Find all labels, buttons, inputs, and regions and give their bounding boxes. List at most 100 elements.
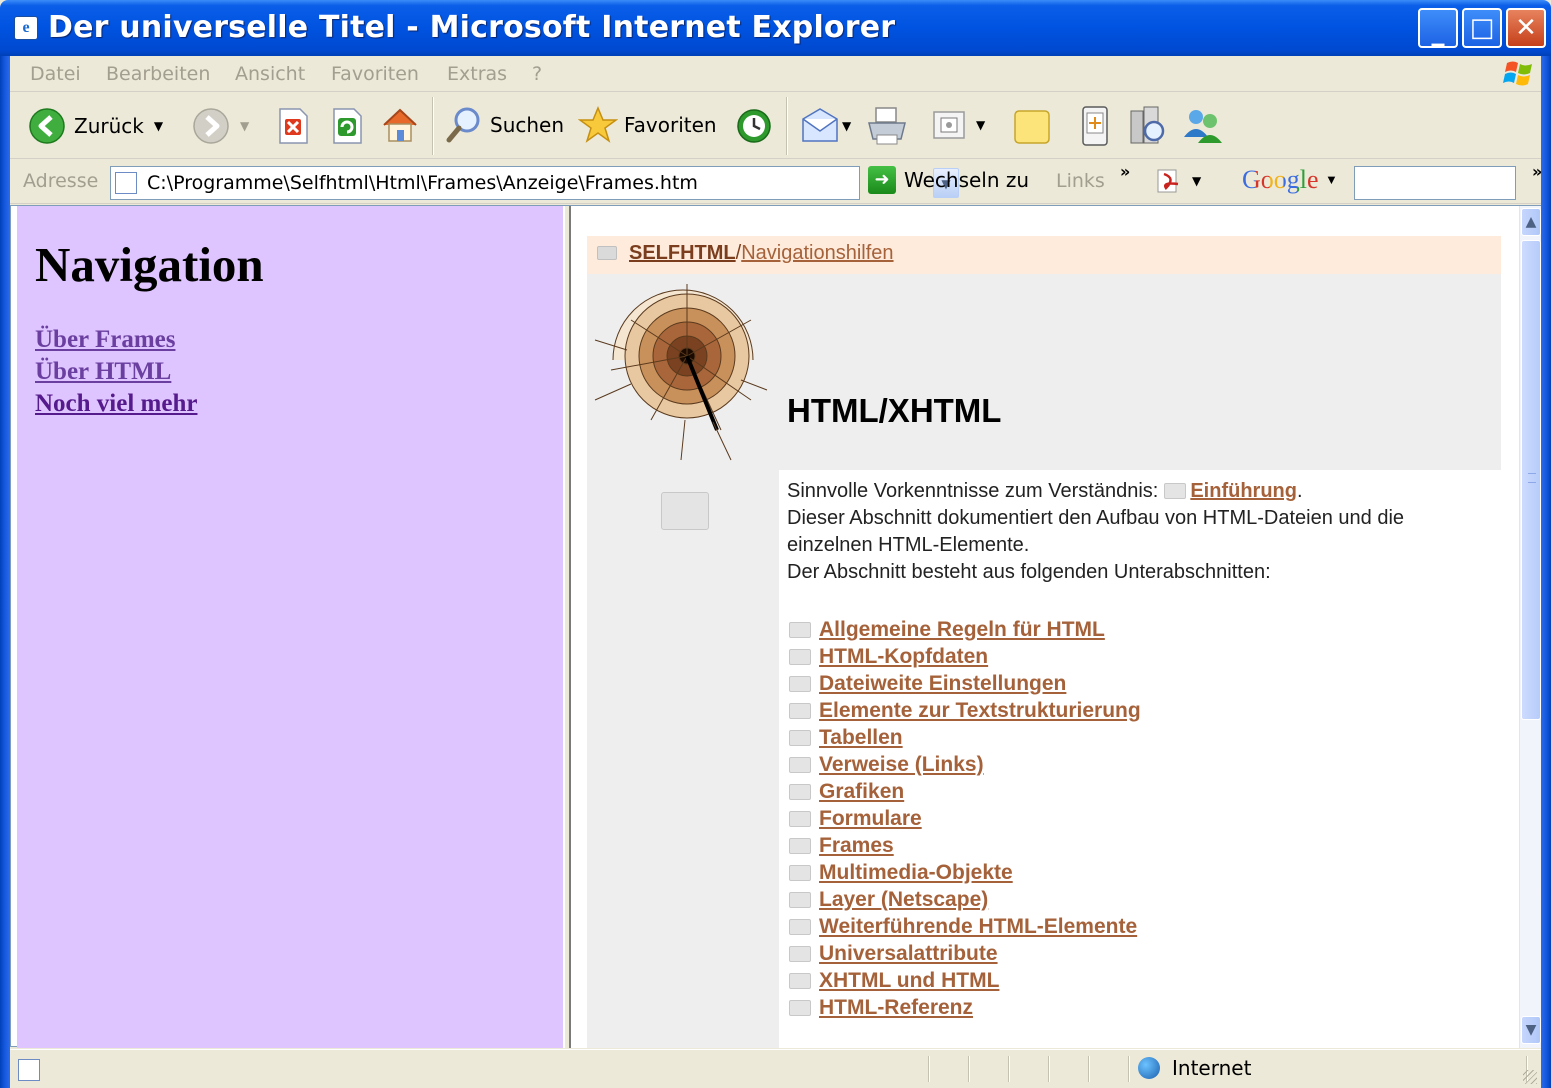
status-panel-separator (928, 1056, 930, 1082)
address-label: Adresse (23, 170, 99, 192)
edit-dropdown-icon[interactable]: ▼ (976, 118, 985, 132)
search-button[interactable]: Suchen (444, 105, 564, 145)
messenger-button[interactable] (1078, 105, 1112, 147)
folder-icon (789, 621, 811, 638)
folder-icon (597, 246, 617, 260)
section-link[interactable]: Elemente zur Textstrukturierung (819, 699, 1141, 723)
menu-datei[interactable]: Datei (30, 63, 81, 85)
scroll-up-icon[interactable]: ▲ (1521, 208, 1541, 236)
folder-icon (789, 891, 811, 908)
forward-button[interactable]: ▼ (192, 107, 249, 145)
folder-icon (789, 837, 811, 854)
list-item: Grafiken (789, 778, 1141, 805)
links-chevron-icon[interactable]: » (1120, 162, 1130, 181)
list-item: HTML-Kopfdaten (789, 643, 1141, 670)
windows-logo-icon (1503, 61, 1532, 86)
prereq-link-einfuehrung[interactable]: Einführung (1190, 480, 1297, 502)
ie-page-icon: e (14, 16, 38, 40)
forward-icon (193, 108, 229, 144)
maximize-icon: □ (1469, 13, 1495, 43)
section-link[interactable]: Frames (819, 834, 894, 858)
section-link[interactable]: Tabellen (819, 726, 903, 750)
research-button[interactable] (1128, 105, 1168, 147)
ie-page-icon (18, 1059, 40, 1081)
breadcrumb-current-link[interactable]: Navigationshilfen (741, 242, 893, 264)
list-item: Dateiweite Einstellungen (789, 670, 1141, 697)
breadcrumb-home-link[interactable]: SELFHTML (629, 242, 736, 264)
status-panel-separator (1128, 1056, 1130, 1082)
menu-extras[interactable]: Extras (447, 63, 507, 85)
section-link[interactable]: Formulare (819, 807, 922, 831)
section-link[interactable]: Layer (Netscape) (819, 888, 988, 912)
discuss-button[interactable] (1012, 107, 1052, 147)
google-dropdown-icon[interactable]: ▼ (1325, 172, 1338, 187)
address-input[interactable]: C:\Programme\Selfhtml\Html\Frames\Anzeig… (110, 166, 959, 200)
security-zone[interactable]: Internet (1138, 1056, 1251, 1080)
nav-link-ueber-frames[interactable]: Über Frames (35, 326, 175, 354)
menu-favoriten[interactable]: Favoriten (331, 63, 419, 85)
mail-button[interactable]: ▼ (800, 107, 851, 145)
status-panel-separator (1048, 1056, 1050, 1082)
nav-link-ueber-html[interactable]: Über HTML (35, 358, 171, 386)
folder-icon (661, 492, 709, 530)
pdf-dropdown-icon[interactable]: ▼ (1192, 174, 1201, 188)
refresh-icon (333, 108, 362, 144)
toolbar-overflow-chevron-icon[interactable]: » (1532, 162, 1542, 181)
section-link[interactable]: Dateiweite Einstellungen (819, 672, 1066, 696)
mail-dropdown-icon[interactable]: ▼ (842, 119, 851, 133)
section-link[interactable]: HTML-Kopfdaten (819, 645, 988, 669)
mail-icon (802, 108, 838, 142)
list-item: Multimedia-Objekte (789, 859, 1141, 886)
section-link[interactable]: Grafiken (819, 780, 904, 804)
vertical-scrollbar[interactable]: ▲ ▼ (1519, 206, 1541, 1048)
title-bar[interactable]: e Der universelle Titel - Microsoft Inte… (0, 0, 1551, 56)
scrollbar-thumb[interactable] (1521, 240, 1541, 720)
section-link[interactable]: Multimedia-Objekte (819, 861, 1013, 885)
history-button[interactable] (734, 106, 774, 146)
nav-link-noch-viel-mehr[interactable]: Noch viel mehr (35, 390, 197, 418)
minimize-button[interactable]: _ (1418, 8, 1458, 48)
links-label[interactable]: Links (1056, 170, 1105, 192)
favorites-button[interactable]: Favoriten (578, 105, 717, 145)
refresh-button[interactable] (330, 107, 364, 145)
maximize-button[interactable]: □ (1462, 8, 1502, 48)
menu-ansicht[interactable]: Ansicht (235, 63, 305, 85)
back-button[interactable]: Zurück ▼ (28, 107, 163, 145)
toolbar-separator (786, 97, 788, 155)
section-link[interactable]: Universalattribute (819, 942, 998, 966)
intro-text: Sinnvolle Vorkenntnisse zum Verständnis:… (787, 478, 1487, 586)
google-toolbar-button[interactable]: Google ▼ (1242, 165, 1338, 195)
msn-people-icon (1184, 110, 1222, 143)
back-dropdown-icon[interactable]: ▼ (154, 119, 163, 133)
list-item: HTML-Referenz (789, 994, 1141, 1021)
msn-people-button[interactable] (1182, 105, 1224, 147)
home-button[interactable] (380, 105, 420, 145)
forward-dropdown-icon[interactable]: ▼ (240, 119, 249, 133)
section-link[interactable]: Weiterführende HTML-Elemente (819, 915, 1137, 939)
resize-grip-icon[interactable] (1523, 1070, 1537, 1084)
folder-icon (789, 972, 811, 989)
scroll-down-icon[interactable]: ▼ (1521, 1016, 1541, 1044)
stop-button[interactable] (276, 107, 310, 145)
section-link[interactable]: HTML-Referenz (819, 996, 973, 1020)
section-link[interactable]: Verweise (Links) (819, 753, 984, 777)
intro-line-3: Der Abschnitt besteht aus folgenden Unte… (787, 561, 1271, 583)
status-panel-separator (1088, 1056, 1090, 1082)
page-heading: HTML/XHTML (787, 392, 1002, 429)
print-button[interactable] (866, 105, 908, 147)
google-search-input[interactable] (1354, 166, 1516, 200)
status-panel-separator (1008, 1056, 1010, 1082)
section-link[interactable]: XHTML und HTML (819, 969, 999, 993)
menu-bearbeiten[interactable]: Bearbeiten (106, 63, 210, 85)
section-link[interactable]: Allgemeine Regeln für HTML (819, 618, 1105, 642)
pdf-button[interactable]: ▼ (1156, 168, 1201, 194)
go-arrow-icon: ➜ (868, 166, 896, 194)
go-button[interactable]: ➜ Wechseln zu (868, 166, 1029, 194)
edit-button[interactable]: ▼ (932, 109, 985, 141)
close-button[interactable]: ✕ (1506, 8, 1546, 48)
folder-icon (789, 810, 811, 827)
frame-divider[interactable] (563, 206, 571, 1048)
list-item: Weiterführende HTML-Elemente (789, 913, 1141, 940)
print-icon (868, 107, 906, 145)
menu-help[interactable]: ? (532, 63, 542, 85)
